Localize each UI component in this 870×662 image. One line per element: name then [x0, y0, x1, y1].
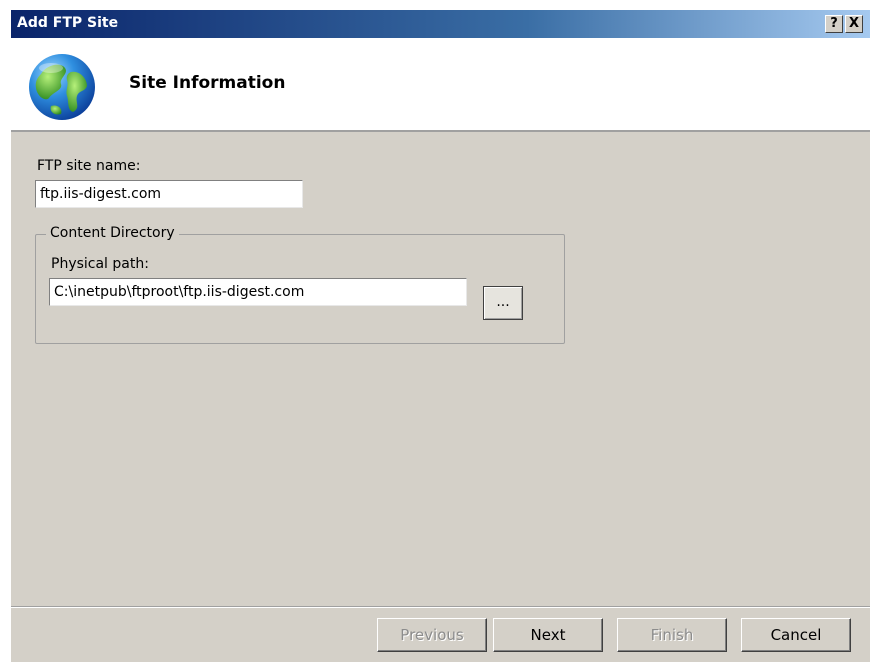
physical-path-label: Physical path: — [51, 256, 149, 272]
physical-path-input[interactable]: C:\inetpub\ftproot\ftp.iis-digest.com — [49, 278, 467, 306]
browse-button[interactable]: ... — [483, 286, 523, 320]
title-bar[interactable]: Add FTP Site ? X — [11, 10, 870, 38]
previous-button[interactable]: Previous — [377, 618, 487, 652]
page-title: Site Information — [129, 73, 286, 93]
footer-separator — [11, 606, 870, 608]
site-name-input[interactable]: ftp.iis-digest.com — [35, 180, 303, 208]
window-title: Add FTP Site — [17, 15, 119, 31]
add-ftp-site-dialog: Add FTP Site ? X Site Information FTP si… — [10, 10, 870, 662]
wizard-header: Site Information — [11, 38, 870, 132]
help-button[interactable]: ? — [825, 15, 843, 33]
next-button[interactable]: Next — [493, 618, 603, 652]
site-name-label: FTP site name: — [37, 158, 141, 174]
content-directory-legend: Content Directory — [46, 225, 179, 241]
finish-button[interactable]: Finish — [617, 618, 727, 652]
close-button[interactable]: X — [845, 15, 863, 33]
cancel-button[interactable]: Cancel — [741, 618, 851, 652]
globe-icon — [29, 54, 95, 120]
